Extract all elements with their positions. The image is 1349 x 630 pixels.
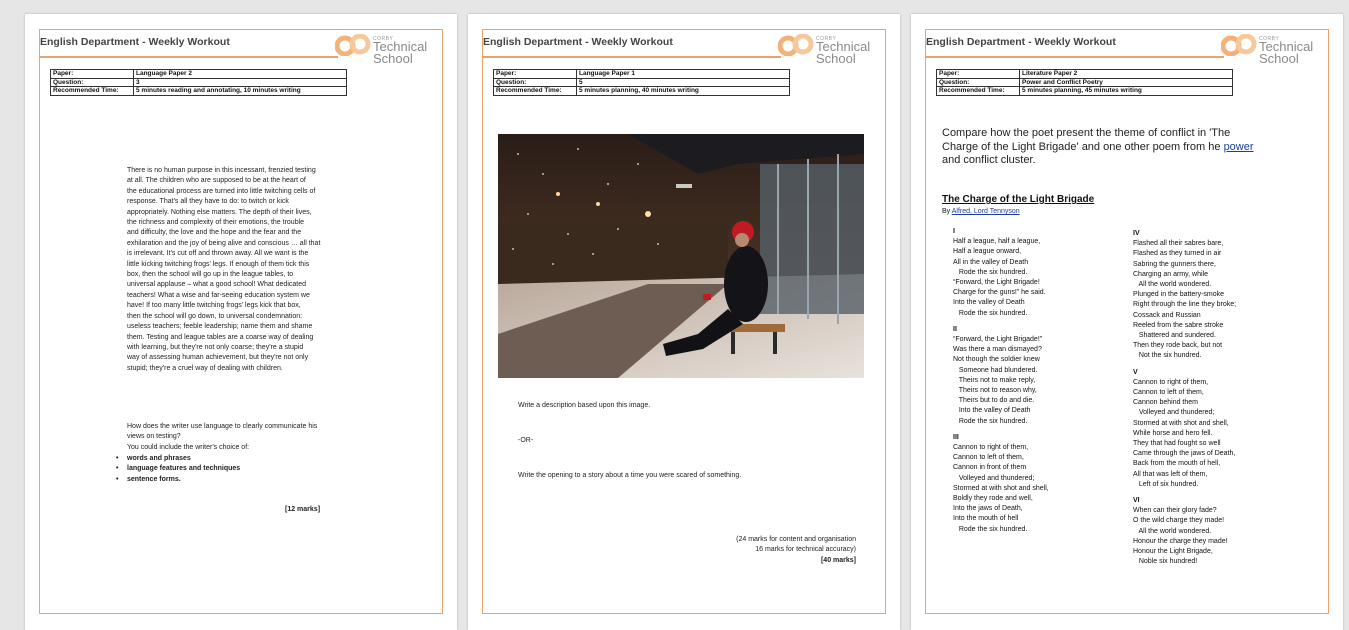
stanza-1: Half a league, half a league, Half a lea… — [953, 238, 1046, 317]
stanza-2: “Forward, the Light Brigade!” Was there … — [953, 336, 1043, 425]
task-story: Write the opening to a story about a tim… — [518, 472, 742, 479]
info-table: Paper: Language Paper 2 Question: 3 Recomm… — [50, 69, 347, 96]
author-link[interactable]: Alfred, Lord Tennyson — [952, 208, 1020, 215]
power-link[interactable]: power — [1224, 141, 1254, 153]
logo-mark-icon — [335, 34, 371, 56]
snowy-bus-stop-image — [498, 134, 864, 378]
logo-mark-icon — [1221, 34, 1257, 56]
page-2: English Department - Weekly Workout CORB… — [468, 14, 900, 630]
header-rule — [482, 56, 781, 58]
poem-title: The Charge of the Light Brigade — [942, 194, 1095, 205]
poem-byline: By Alfred, Lord Tennyson — [942, 208, 1020, 215]
logo-mark-icon — [778, 34, 814, 56]
info-table: Paper: Language Paper 1 Question: 5 Recomm… — [493, 69, 790, 96]
page-3: English Department - Weekly Workout CORB… — [911, 14, 1343, 630]
question-text: How does the writer use language to clea… — [127, 423, 318, 451]
header-title: English Department - Weekly Workout — [926, 36, 1116, 48]
essay-prompt: Compare how the poet present the theme o… — [942, 127, 1254, 166]
info-table: Paper: Literature Paper 2 Question: Power … — [936, 69, 1233, 96]
poem-column-left: I Half a league, half a league, Half a l… — [953, 227, 1049, 535]
marks-label: [12 marks] — [285, 506, 321, 513]
poem-column-right: IV Flashed all their sabres bare, Flashe… — [1133, 229, 1236, 568]
or-separator: -OR- — [518, 437, 534, 444]
header-rule — [925, 56, 1224, 58]
bullet-list: words and phrases language features and … — [113, 454, 240, 486]
bullet-item: sentence forms. — [113, 475, 240, 486]
page-1: English Department - Weekly Workout CORB… — [25, 14, 457, 630]
school-logo: CORBY Technical School — [335, 32, 439, 68]
stanza-6: When can their glory fade? O the wild ch… — [1133, 507, 1228, 566]
stanza-3: Cannon to right of them, Cannon to left … — [953, 444, 1049, 533]
marks-block: (24 marks for content and organisation 1… — [736, 536, 856, 564]
header-title: English Department - Weekly Workout — [40, 36, 230, 48]
stanza-4: Flashed all their sabres bare, Flashed a… — [1133, 240, 1237, 360]
school-logo: CORBY Technical School — [778, 32, 882, 68]
bullet-item: language features and techniques — [113, 464, 240, 475]
header-rule — [39, 56, 338, 58]
header-title: English Department - Weekly Workout — [483, 36, 673, 48]
stanza-5: Cannon to right of them, Cannon to left … — [1133, 378, 1236, 488]
bullet-item: words and phrases — [113, 454, 240, 465]
school-logo: CORBY Technical School — [1221, 32, 1325, 68]
extract-text: There is no human purpose in this incess… — [127, 167, 321, 372]
bus-stop-photo — [498, 134, 864, 378]
task-description: Write a description based upon this imag… — [518, 402, 651, 409]
